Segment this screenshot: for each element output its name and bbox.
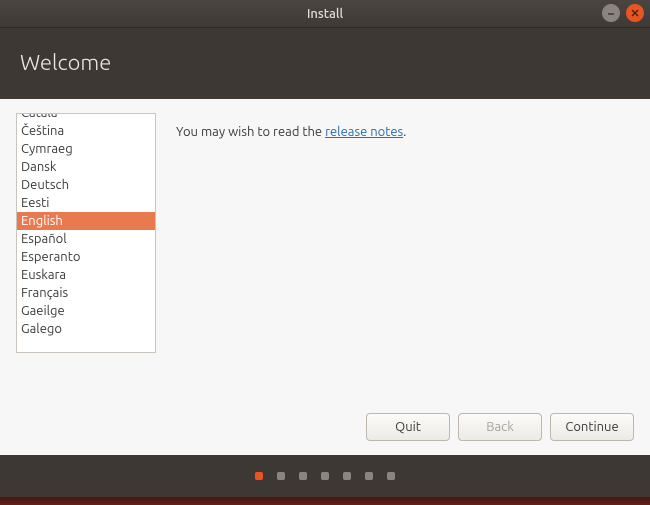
language-item[interactable]: Euskara	[17, 266, 155, 284]
notes-prefix: You may wish to read the	[176, 125, 325, 139]
close-icon	[630, 8, 640, 18]
language-item[interactable]: Français	[17, 284, 155, 302]
quit-button[interactable]: Quit	[366, 413, 450, 441]
continue-button[interactable]: Continue	[550, 413, 634, 441]
language-item[interactable]: Español	[17, 230, 155, 248]
progress-dot	[343, 472, 351, 480]
content-main: CatalàČeštinaCymraegDanskDeutschEestiEng…	[16, 113, 634, 393]
language-item[interactable]: Esperanto	[17, 248, 155, 266]
release-notes-text: You may wish to read the release notes.	[176, 113, 634, 393]
desktop-strip	[0, 497, 650, 505]
language-item[interactable]: English	[17, 212, 155, 230]
progress-dot	[365, 472, 373, 480]
minimize-icon	[606, 8, 616, 18]
notes-suffix: .	[403, 125, 406, 139]
close-button[interactable]	[626, 4, 644, 22]
language-item[interactable]: Cymraeg	[17, 140, 155, 158]
installer-window: Install Welcome CatalàČeštinaCymraegDans…	[0, 0, 650, 505]
page-header: Welcome	[0, 28, 650, 99]
minimize-button[interactable]	[602, 4, 620, 22]
window-title: Install	[307, 7, 343, 21]
release-notes-link[interactable]: release notes	[325, 125, 403, 139]
titlebar: Install	[0, 0, 650, 28]
language-list[interactable]: CatalàČeštinaCymraegDanskDeutschEestiEng…	[16, 113, 156, 353]
progress-dot	[255, 472, 263, 480]
language-item[interactable]: Català	[17, 113, 155, 122]
progress-dot	[321, 472, 329, 480]
language-item[interactable]: Čeština	[17, 122, 155, 140]
content-area: CatalàČeštinaCymraegDanskDeutschEestiEng…	[0, 99, 650, 455]
progress-dot	[277, 472, 285, 480]
progress-dot	[387, 472, 395, 480]
window-controls	[602, 4, 644, 22]
language-item[interactable]: Deutsch	[17, 176, 155, 194]
back-button: Back	[458, 413, 542, 441]
button-row: Quit Back Continue	[16, 393, 634, 441]
language-item[interactable]: Eesti	[17, 194, 155, 212]
progress-dot	[299, 472, 307, 480]
page-title: Welcome	[20, 50, 111, 75]
language-item[interactable]: Galego	[17, 320, 155, 338]
language-item[interactable]: Gaeilge	[17, 302, 155, 320]
progress-dots	[0, 455, 650, 497]
language-item[interactable]: Dansk	[17, 158, 155, 176]
